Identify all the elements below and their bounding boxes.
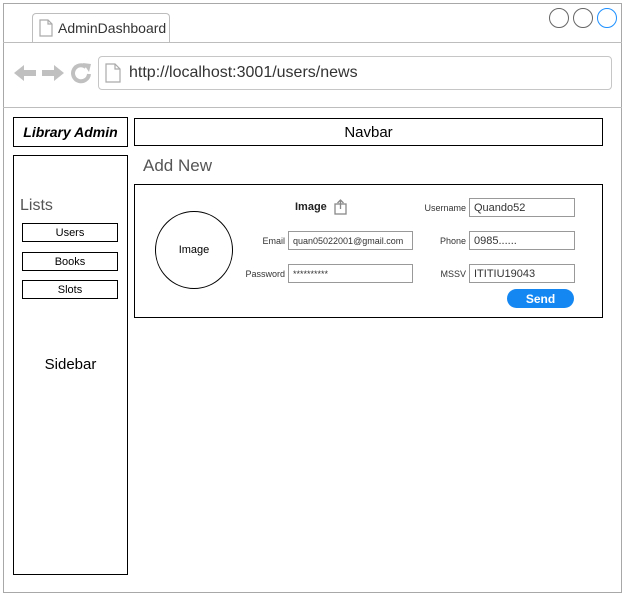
- email-field[interactable]: quan05022001@gmail.com: [288, 231, 413, 250]
- reload-icon[interactable]: [70, 62, 92, 84]
- send-button[interactable]: Send: [507, 289, 574, 308]
- back-arrow-icon[interactable]: [13, 63, 37, 83]
- mssv-label: MSSV: [440, 269, 466, 279]
- minimize-button[interactable]: [549, 8, 569, 28]
- image-label: Image: [295, 201, 327, 213]
- tab-title: AdminDashboard: [58, 20, 167, 36]
- password-label: Password: [245, 269, 285, 279]
- sidebar-label: Sidebar: [44, 356, 97, 373]
- password-field[interactable]: **********: [288, 264, 413, 283]
- sidebar-item-slots[interactable]: Slots: [22, 280, 118, 299]
- close-button[interactable]: [597, 8, 617, 28]
- maximize-button[interactable]: [573, 8, 593, 28]
- mssv-field[interactable]: ITITIU19043: [469, 264, 575, 283]
- toolbar-divider: [3, 107, 622, 108]
- document-icon: [105, 63, 121, 83]
- url-text: http://localhost:3001/users/news: [129, 64, 358, 81]
- username-label: Username: [424, 203, 466, 213]
- navbar: Navbar: [134, 118, 603, 146]
- page-title: Add New: [143, 156, 212, 175]
- page-icon: [39, 19, 53, 37]
- phone-field[interactable]: 0985......: [469, 231, 575, 250]
- sidebar-item-users[interactable]: Users: [22, 223, 118, 242]
- lists-title: Lists: [20, 197, 53, 214]
- phone-label: Phone: [439, 236, 466, 246]
- email-label: Email: [262, 236, 285, 246]
- forward-arrow-icon[interactable]: [41, 63, 65, 83]
- app-brand: Library Admin: [13, 117, 128, 147]
- username-field[interactable]: Quando52: [469, 198, 575, 217]
- tab-divider: [3, 42, 622, 43]
- upload-icon[interactable]: [334, 199, 347, 215]
- avatar-placeholder[interactable]: Image: [155, 211, 233, 289]
- sidebar-item-books[interactable]: Books: [22, 252, 118, 271]
